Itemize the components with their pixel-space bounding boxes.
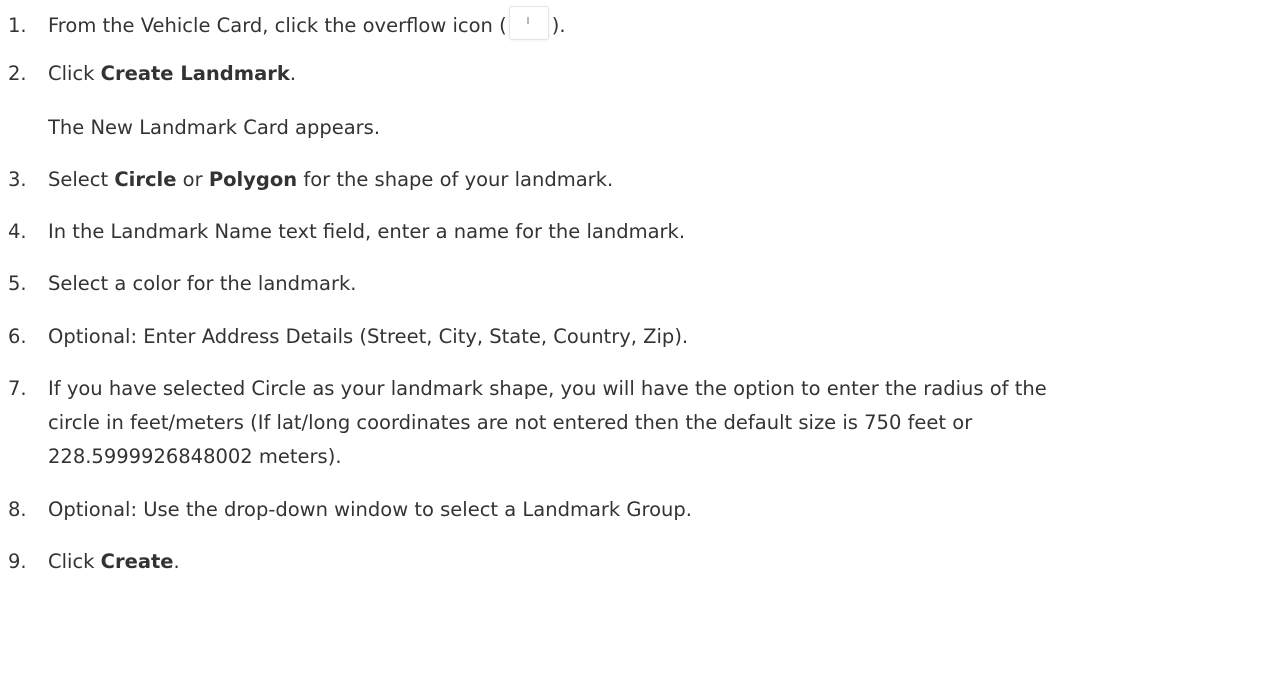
create-landmark-label: Create Landmark xyxy=(100,62,290,85)
step-text: From the Vehicle Card, click the overflo… xyxy=(48,14,507,37)
polygon-label: Polygon xyxy=(208,168,298,191)
step-text-end: . xyxy=(289,62,297,85)
create-label: Create xyxy=(100,550,174,573)
step-number: 4. xyxy=(8,220,27,243)
step-1: 1. From the Vehicle Card, click the overf… xyxy=(0,6,566,40)
step-number: 6. xyxy=(8,325,27,348)
step-text-end: ). xyxy=(551,14,566,37)
step-2: 2. Click Create Landmark. xyxy=(0,61,296,87)
step-number: 7. xyxy=(8,377,27,400)
overflow-icon xyxy=(508,6,549,40)
step-number: 8. xyxy=(8,498,27,521)
step-2-note: The New Landmark Card appears. xyxy=(48,116,381,139)
step-number: 1. xyxy=(8,14,27,37)
step-7-line2: circle in feet/meters (If lat/long coord… xyxy=(48,411,973,434)
step-text: Optional: Use the drop-down window to se… xyxy=(48,498,692,521)
step-text: Optional: Enter Address Details (Street,… xyxy=(48,325,689,348)
step-number: 2. xyxy=(8,62,27,85)
step-5: 5. Select a color for the landmark. xyxy=(0,271,357,297)
step-number: 3. xyxy=(8,168,27,191)
step-9: 9. Click Create. xyxy=(0,549,180,575)
step-6: 6. Optional: Enter Address Details (Stree… xyxy=(0,324,688,350)
step-text: Click xyxy=(48,62,101,85)
step-number: 9. xyxy=(8,550,27,573)
circle-label: Circle xyxy=(114,168,177,191)
step-4: 4. In the Landmark Name text field, enter… xyxy=(0,219,685,245)
step-text-end: for the shape of your landmark. xyxy=(297,168,614,191)
step-text: In the Landmark Name text field, enter a… xyxy=(48,220,686,243)
step-8: 8. Optional: Use the drop-down window to … xyxy=(0,497,692,523)
step-text-mid: or xyxy=(176,168,209,191)
step-number: 5. xyxy=(8,272,27,295)
step-text-line1: If you have selected Circle as your land… xyxy=(48,377,1047,400)
step-3: 3. Select Circle or Polygon for the shape… xyxy=(0,167,613,193)
step-7-line3: 228.5999926848002 meters). xyxy=(48,445,342,468)
step-text: Select xyxy=(48,168,115,191)
step-text-end: . xyxy=(173,550,180,573)
step-text: Click xyxy=(48,550,101,573)
step-text: Select a color for the landmark. xyxy=(48,272,357,295)
step-7: 7. If you have selected Circle as your la… xyxy=(0,376,1047,402)
